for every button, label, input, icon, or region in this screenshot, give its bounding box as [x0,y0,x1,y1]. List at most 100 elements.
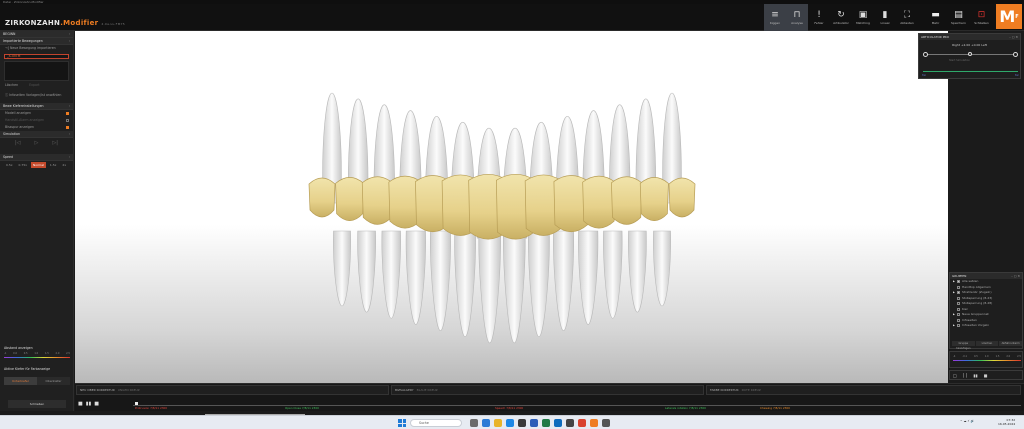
group-checkbox[interactable] [957,280,960,284]
group-item[interactable]: ▶ Infoseiten Vorgeln [950,323,1022,329]
delete-group-button[interactable]: Löschen [975,341,999,346]
app-icon[interactable] [482,419,490,427]
add-group-button[interactable]: Gruppe hinzufügen [952,341,975,350]
tab-upper-jaw[interactable]: Oberkiefer [37,377,70,385]
3d-viewport[interactable] [75,31,948,383]
speed-option-active[interactable]: Normal [31,162,46,168]
tool-kiggen[interactable]: ≡ Kiggen [764,4,786,31]
checkbox[interactable] [66,119,69,122]
square-icon[interactable]: □ [953,371,957,379]
start-button-icon[interactable] [398,419,406,427]
import-movement-button[interactable]: →] Neue Bewegung importieren [0,45,73,52]
timeline-playhead[interactable] [135,402,138,405]
expand-icon[interactable]: ▶ [953,279,955,285]
store-icon[interactable] [518,419,526,427]
group-checkbox[interactable] [957,291,960,295]
group-checkbox[interactable] [957,302,960,306]
close-button[interactable]: ⊡ Schließen [970,4,993,31]
group-extra-button[interactable]: Abfahrunterm [999,341,1023,346]
crown[interactable] [639,177,669,222]
speed-option[interactable]: 0.5x [4,162,15,168]
collapse-icon[interactable]: ‹ [69,31,70,37]
tool-lineal[interactable]: ▮ Lineal [874,4,896,31]
group-checkbox[interactable] [957,285,960,289]
crown[interactable] [668,177,696,218]
tool-abtasten[interactable]: ⛶ Abtasten [896,4,918,31]
option-show-alarm[interactable]: Handstil-Alarm anzeigen [0,117,73,124]
slider-knob-right[interactable] [1013,52,1018,57]
crown[interactable] [582,175,616,229]
option-show-bite-trace[interactable]: Bissspur anzeigen [0,124,73,131]
play-icon[interactable]: ▷ [35,140,39,146]
app-icon[interactable] [566,419,574,427]
tool-matching[interactable]: ▣ Matching [852,4,874,31]
panel-window-controls-icon[interactable]: – ▢ ✕ [1009,34,1018,40]
section-simulation[interactable]: Simulation ‹ [0,131,73,138]
step-forward-icon[interactable]: ▷| [52,140,58,146]
save-button[interactable]: ▤ Speichern [947,4,970,31]
pause-icon[interactable]: ▮▮ [86,401,92,407]
group-checkbox[interactable] [957,313,960,317]
crown[interactable] [308,177,336,218]
speed-option[interactable]: 0.75x [17,162,29,168]
taskbar-search-input[interactable]: Suche [410,419,462,427]
section-speed[interactable]: Speed ‹ [0,154,73,161]
clock[interactable]: 07:32 16.05.2024 [998,418,1015,426]
taskview-icon[interactable] [470,419,478,427]
expand-icon[interactable]: ▶ [953,312,955,318]
stop-icon[interactable]: ■ [78,401,83,407]
more-button[interactable]: ▬ Mehr [924,4,947,31]
tab-lower-jaw[interactable]: Unterkiefer [4,377,37,385]
step-back-icon[interactable]: |◁ [15,140,21,146]
crown[interactable] [611,176,643,225]
timeline-segment[interactable]: NEU OBER KORREKTUR UNGEN KREUZ [76,385,389,395]
infos-template-link[interactable]: ⓘ Infoseiten Vorlagen/Ist anwählen [0,92,73,99]
movement-list-selected-item[interactable]: _ICON M [4,54,69,59]
app-icon[interactable] [578,419,586,427]
crown[interactable] [361,176,393,225]
timeline-mark[interactable]: Chewing 7/8/11 2300 [760,406,790,410]
speed-option[interactable]: 2x [60,162,68,168]
explorer-icon[interactable] [494,419,502,427]
section-imported-movements[interactable]: Importierte Bewegungen ‹ [0,38,73,45]
panel-window-controls-icon[interactable]: – ▢ ✕ [1011,273,1020,279]
section-jaw-settings[interactable]: Bewe Kiefereinstellungen ‹ [0,103,73,110]
tool-analyse[interactable]: ⊓ Analyse [786,4,808,31]
timeline-track[interactable] [133,405,1021,406]
timeline-mark[interactable]: Laterals rotation 7/8/11 2300 [665,406,706,410]
tool-artikulator[interactable]: ↻ Artikulator [830,4,852,31]
checkbox[interactable] [66,126,69,129]
left-close-button[interactable]: Schließen [8,400,66,408]
system-tray[interactable]: ^ ☁ ⚡ 🔊 [960,419,974,423]
record-icon[interactable]: ■ [94,401,99,407]
group-checkbox[interactable] [957,296,960,300]
group-checkbox[interactable] [957,318,960,322]
word-icon[interactable] [530,419,538,427]
timeline-mark[interactable]: Speech 7/8/11 2300 [495,406,523,410]
group-checkbox[interactable] [957,307,960,311]
expand-icon[interactable]: ▶ [953,290,955,296]
group-checkbox[interactable] [957,324,960,328]
delete-button[interactable]: Löschen [5,83,18,87]
stop-icon[interactable]: ■ [984,371,988,379]
checkbox[interactable] [66,112,69,115]
speed-option[interactable]: 1.5x [48,162,59,168]
timeline-mark[interactable]: Protrusion 7/8/11 2300 [135,406,167,410]
excel-icon[interactable] [542,419,550,427]
export-button[interactable]: Export [29,83,39,87]
crown[interactable] [335,177,365,222]
pause-icon[interactable]: ▮▮ [973,371,977,379]
edge-icon[interactable] [506,419,514,427]
timeline-segment[interactable]: BIZSALGERY BLAUE KREUZ [391,385,704,395]
expand-icon[interactable]: ▶ [953,323,955,329]
timeline-segment[interactable]: FARBE KORREKTUR ROTE KREUZ [706,385,1021,395]
modifier-icon[interactable] [590,419,598,427]
movement-list[interactable] [4,61,69,81]
bracket-icon[interactable]: [ ] [963,371,967,379]
slider-knob-left[interactable] [923,52,928,57]
slider-knob-center[interactable] [968,52,972,56]
app-icon[interactable] [602,419,610,427]
timeline-mark[interactable]: Open Close 7/8/11 2300 [285,406,319,410]
tool-fehler[interactable]: ! Fehler [808,4,830,31]
outlook-icon[interactable] [554,419,562,427]
